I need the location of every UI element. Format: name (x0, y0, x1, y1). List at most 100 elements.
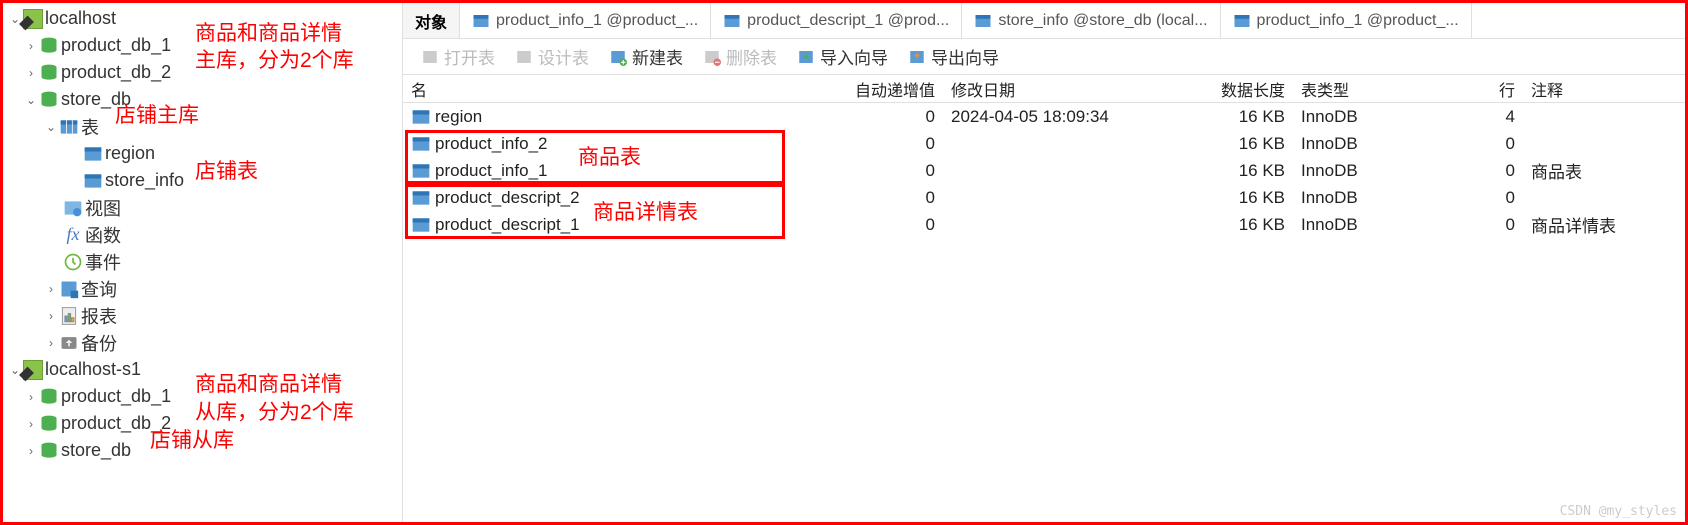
delete-table-button: 删除表 (693, 39, 787, 74)
design-table-button: 设计表 (505, 39, 599, 74)
connection-localhost-s1[interactable]: ⌄ localhost-s1 (3, 356, 402, 383)
cell-size: 16 KB (1193, 134, 1293, 154)
chevron-down-icon[interactable]: ⌄ (23, 92, 39, 108)
db-store-db-s1[interactable]: › store_db (3, 437, 402, 464)
col-type[interactable]: 表类型∨ (1293, 77, 1463, 101)
import-wizard-button[interactable]: 导入向导 (787, 39, 898, 74)
chevron-down-icon[interactable]: ⌄ (43, 119, 59, 135)
db-store-db[interactable]: ⌄ store_db (3, 86, 402, 113)
cell-size: 16 KB (1193, 107, 1293, 127)
reports-group[interactable]: › 报表 (3, 302, 402, 329)
cell-name: product_info_2 (435, 134, 547, 154)
cell-auto: 0 (843, 161, 943, 181)
cell-rows: 0 (1463, 161, 1523, 181)
table-region[interactable]: region (3, 140, 402, 167)
table-row[interactable]: product_info_2 0 16 KB InnoDB 0 (403, 130, 1685, 157)
chevron-right-icon[interactable]: › (43, 308, 59, 324)
sidebar: ⌄ localhost › product_db_1 › product_db_… (3, 3, 403, 522)
functions-group[interactable]: fx 函数 (3, 221, 402, 248)
tab-label: product_info_1 @product_... (1257, 12, 1459, 30)
table-row[interactable]: region 0 2024-04-05 18:09:34 16 KB InnoD… (403, 103, 1685, 130)
tab-product-descript-1[interactable]: product_descript_1 @prod... (711, 3, 962, 38)
db-product-db-1[interactable]: › product_db_1 (3, 32, 402, 59)
db-label: store_db (61, 89, 131, 110)
cell-rows: 0 (1463, 188, 1523, 208)
chevron-right-icon[interactable]: › (23, 389, 39, 405)
table-icon (411, 215, 431, 235)
chevron-right-icon[interactable]: › (23, 443, 39, 459)
table-icon (411, 161, 431, 181)
col-comment[interactable]: 注释 (1523, 77, 1685, 101)
tables-group[interactable]: ⌄ 表 (3, 113, 402, 140)
events-group[interactable]: 事件 (3, 248, 402, 275)
sort-asc-icon: ∨ (1337, 87, 1345, 99)
table-row[interactable]: product_descript_1 0 16 KB InnoDB 0 商品详情… (403, 211, 1685, 238)
db-label: product_db_2 (61, 62, 171, 83)
cell-name: region (435, 107, 482, 127)
tab-product-info-1b[interactable]: product_info_1 @product_... (1221, 3, 1472, 38)
database-icon (39, 387, 59, 407)
cell-size: 16 KB (1193, 215, 1293, 235)
reports-label: 报表 (81, 303, 117, 329)
clock-icon (63, 252, 83, 272)
tab-product-info-1[interactable]: product_info_1 @product_... (460, 3, 711, 38)
backup-icon (59, 333, 79, 353)
cell-rows: 0 (1463, 215, 1523, 235)
cell-type: InnoDB (1293, 134, 1463, 154)
database-icon (39, 441, 59, 461)
chevron-right-icon[interactable]: › (23, 65, 39, 81)
cell-rows: 0 (1463, 134, 1523, 154)
tab-objects[interactable]: 对象 (403, 3, 460, 38)
connection-localhost[interactable]: ⌄ localhost (3, 5, 402, 32)
export-wizard-button[interactable]: 导出向导 (898, 39, 1009, 74)
queries-label: 查询 (81, 276, 117, 302)
btn-label: 设计表 (538, 44, 589, 69)
open-table-button: 打开表 (411, 39, 505, 74)
col-auto[interactable]: 自动递增值 (843, 77, 943, 101)
chevron-right-icon[interactable]: › (43, 335, 59, 351)
views-group[interactable]: 视图 (3, 194, 402, 221)
chevron-right-icon[interactable]: › (43, 281, 59, 297)
db-label: product_db_1 (61, 386, 171, 407)
cell-type: InnoDB (1293, 107, 1463, 127)
col-name[interactable]: 名 (403, 77, 843, 101)
db-label: product_db_1 (61, 35, 171, 56)
chevron-right-icon[interactable]: › (23, 416, 39, 432)
col-date[interactable]: 修改日期 (943, 77, 1193, 101)
database-icon (39, 36, 59, 56)
queries-group[interactable]: › 查询 (3, 275, 402, 302)
watermark: CSDN @my_styles (1560, 504, 1677, 519)
new-table-button[interactable]: 新建表 (599, 39, 693, 74)
table-row[interactable]: product_info_1 0 16 KB InnoDB 0 商品表 (403, 157, 1685, 184)
table-row[interactable]: product_descript_2 0 16 KB InnoDB 0 (403, 184, 1685, 211)
database-icon (39, 90, 59, 110)
cell-size: 16 KB (1193, 188, 1293, 208)
table-label: region (105, 143, 155, 164)
db-product-db-2[interactable]: › product_db_2 (3, 59, 402, 86)
db-product-db-1-s1[interactable]: › product_db_1 (3, 383, 402, 410)
function-icon: fx (63, 224, 83, 245)
db-label: product_db_2 (61, 413, 171, 434)
cell-name: product_info_1 (435, 161, 547, 181)
col-rows[interactable]: 行 (1463, 77, 1523, 101)
table-store-info[interactable]: store_info (3, 167, 402, 194)
db-product-db-2-s1[interactable]: › product_db_2 (3, 410, 402, 437)
tab-label: 对象 (415, 9, 447, 33)
functions-label: 函数 (85, 222, 121, 248)
table-icon (411, 107, 431, 127)
btn-label: 导入向导 (820, 44, 888, 69)
cell-type: InnoDB (1293, 188, 1463, 208)
cell-type: InnoDB (1293, 161, 1463, 181)
new-icon (609, 48, 627, 66)
cell-date: 2024-04-05 18:09:34 (943, 107, 1193, 127)
query-icon (59, 279, 79, 299)
import-icon (797, 48, 815, 66)
grid-header: 名 自动递增值 修改日期 数据长度 表类型∨ 行 注释 (403, 75, 1685, 103)
table-icon (83, 171, 103, 191)
backups-group[interactable]: › 备份 (3, 329, 402, 356)
chevron-right-icon[interactable]: › (23, 38, 39, 54)
tab-store-info[interactable]: store_info @store_db (local... (962, 3, 1220, 38)
cell-type: InnoDB (1293, 215, 1463, 235)
btn-label: 删除表 (726, 44, 777, 69)
col-size[interactable]: 数据长度 (1193, 77, 1293, 101)
